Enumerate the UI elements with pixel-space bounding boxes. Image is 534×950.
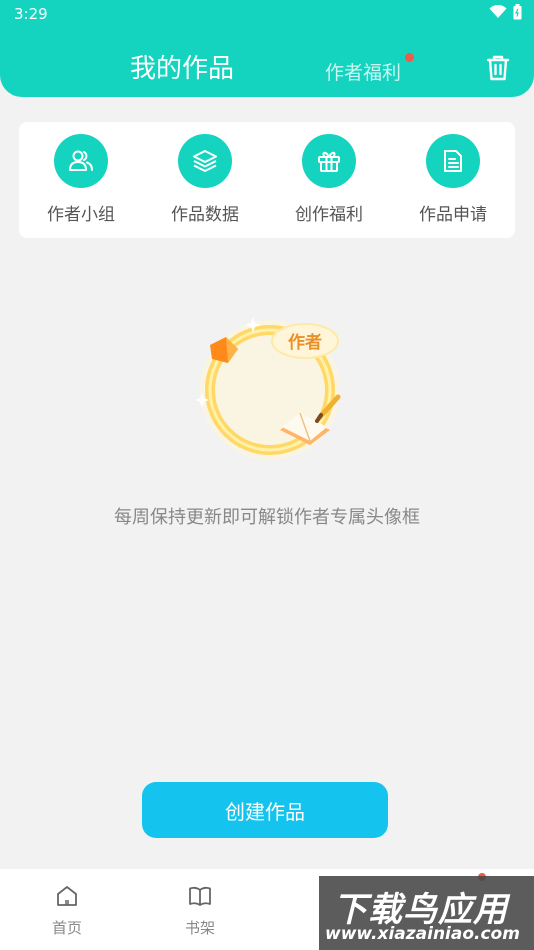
create-work-button[interactable]: 创建作品 <box>142 782 388 838</box>
nav-label: 书架 <box>184 919 215 937</box>
avatar-frame-illustration: 作者 <box>195 317 341 460</box>
home-icon <box>57 886 77 906</box>
notification-dot <box>405 53 414 62</box>
layers-icon <box>178 134 232 188</box>
nav-item-bookshelf[interactable]: 书架 <box>160 883 240 938</box>
quick-action-label: 作品数据 <box>171 205 239 225</box>
quick-action-work-application[interactable]: 作品申请 <box>398 134 508 225</box>
status-time: 3:29 <box>14 5 48 23</box>
users-icon <box>54 134 108 188</box>
book-icon <box>189 886 211 906</box>
nav-label: 首页 <box>51 919 82 937</box>
app-header: 3:29 我的作品 作者福利 <box>0 0 534 97</box>
quick-actions-card: 作者小组 作品数据 创作福利 作品申请 <box>19 122 515 238</box>
badge-text: 作者 <box>288 332 322 353</box>
nav-item-home[interactable]: 首页 <box>27 883 107 938</box>
quick-action-author-group[interactable]: 作者小组 <box>26 134 136 225</box>
gift-icon <box>302 134 356 188</box>
quick-action-label: 作者小组 <box>47 205 115 225</box>
tab-author-welfare[interactable]: 作者福利 <box>325 58 401 85</box>
quick-action-work-data[interactable]: 作品数据 <box>150 134 260 225</box>
watermark-logo: 下载鸟应用 www.xiazainiao.com <box>319 876 534 950</box>
quick-action-label: 创作福利 <box>295 205 363 225</box>
document-icon <box>426 134 480 188</box>
wifi-icon <box>489 5 507 18</box>
status-icons <box>489 4 522 20</box>
watermark-url: www.xiazainiao.com <box>325 924 520 944</box>
battery-icon <box>513 4 522 20</box>
unlock-hint-message: 每周保持更新即可解锁作者专属头像框 <box>114 507 420 528</box>
quick-action-label: 作品申请 <box>419 205 487 225</box>
quick-action-creation-welfare[interactable]: 创作福利 <box>274 134 384 225</box>
trash-icon[interactable] <box>484 53 512 83</box>
page-title: 我的作品 <box>130 54 235 84</box>
